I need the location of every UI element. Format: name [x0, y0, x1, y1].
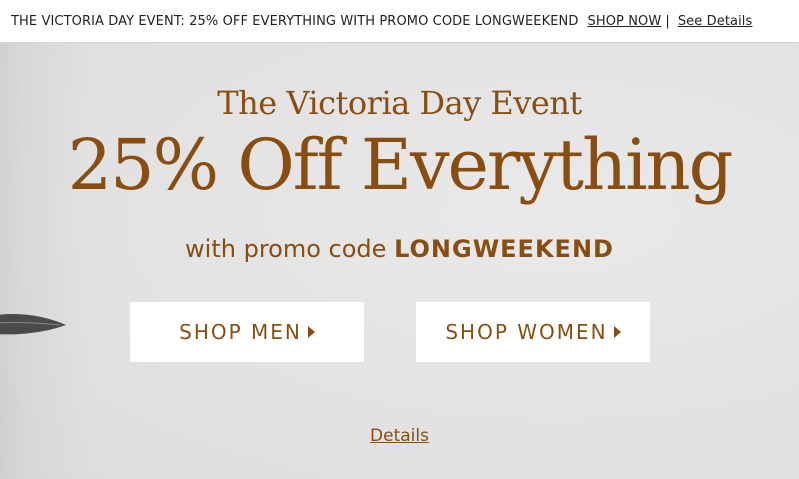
details-link[interactable]: Details — [370, 426, 429, 446]
caret-right-icon — [613, 326, 621, 338]
hero-section: The Victoria Day Event 25% Off Everythin… — [0, 43, 799, 479]
promo-prefix: with promo code — [185, 235, 387, 263]
shop-men-label: SHOP MEN — [179, 320, 302, 344]
promo-banner: THE VICTORIA DAY EVENT: 25% OFF EVERYTHI… — [0, 0, 799, 43]
shop-women-button[interactable]: SHOP WOMEN — [416, 302, 650, 362]
see-details-link[interactable]: See Details — [678, 14, 753, 29]
details-container: Details — [0, 426, 799, 446]
banner-separator: | — [665, 13, 670, 29]
shop-men-button[interactable]: SHOP MEN — [130, 302, 364, 362]
promo-code-line: with promo code LONGWEEKEND — [0, 235, 799, 263]
promo-code: LONGWEEKEND — [394, 235, 614, 263]
promo-banner-message: THE VICTORIA DAY EVENT: 25% OFF EVERYTHI… — [11, 13, 579, 29]
shop-now-link[interactable]: SHOP NOW — [588, 14, 662, 29]
shop-women-label: SHOP WOMEN — [445, 320, 608, 344]
caret-right-icon — [307, 326, 315, 338]
event-heading: The Victoria Day Event — [217, 84, 582, 122]
offer-headline: 25% Off Everything — [67, 124, 734, 206]
leaf-decoration-icon — [0, 314, 66, 335]
